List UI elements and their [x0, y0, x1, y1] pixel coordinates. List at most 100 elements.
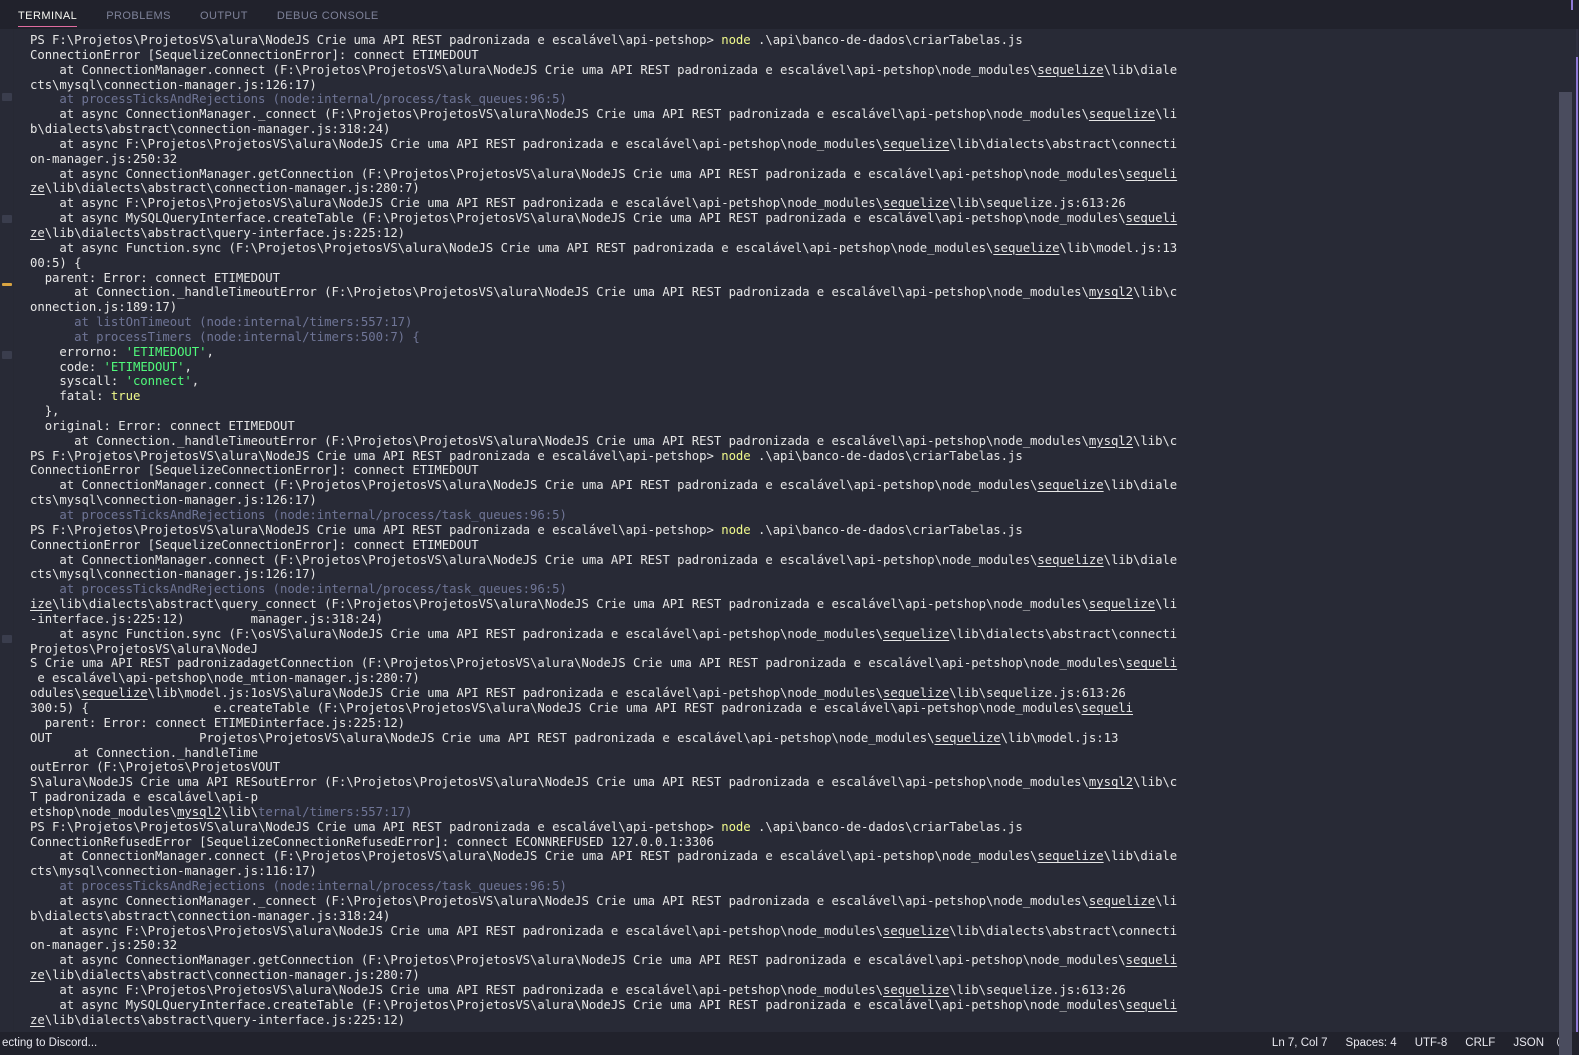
terminal-line: at Connection._handleTime	[30, 746, 1554, 761]
terminal-line: syscall: 'connect',	[30, 374, 1554, 389]
terminal-link[interactable]: sequelize	[1089, 597, 1155, 611]
terminal-link[interactable]: ze	[30, 1013, 45, 1027]
terminal-link[interactable]: sequelize	[993, 241, 1059, 255]
terminal-text: at processTicksAndRejections (node:inter…	[30, 508, 567, 522]
terminal-link[interactable]: sequeli	[1126, 998, 1178, 1012]
terminal-link[interactable]: sequelize	[934, 731, 1000, 745]
terminal-link[interactable]: mysql2	[177, 805, 221, 819]
tab-terminal[interactable]: TERMINAL	[18, 10, 90, 29]
terminal-line: outError (F:\Projetos\ProjetosVOUT	[30, 760, 1554, 775]
terminal-text: 'ETIMEDOUT'	[125, 344, 207, 359]
gutter-mark[interactable]	[2, 215, 12, 223]
terminal-line: S Crie uma API REST padronizadagetConnec…	[30, 656, 1554, 671]
terminal-text: },	[30, 404, 60, 419]
terminal-link[interactable]: sequelize	[1037, 478, 1103, 492]
tab-debug-console-label: DEBUG CONSOLE	[276, 10, 379, 22]
terminal-line: ConnectionError [SequelizeConnectionErro…	[30, 538, 1554, 553]
terminal-link[interactable]: sequelize	[1037, 553, 1103, 567]
terminal-text: -interface.js:225:12) manager.js:318:24)	[30, 611, 383, 626]
terminal-link[interactable]: sequeli	[1082, 701, 1134, 715]
tab-problems-label: PROBLEMS	[106, 10, 171, 22]
terminal-text: at async ConnectionManager.getConnection…	[30, 953, 1126, 968]
terminal-text: T padronizada e escalável\api-p	[30, 790, 258, 805]
terminal-link[interactable]: sequelize	[883, 196, 949, 210]
terminal-line: at async MySQLQueryInterface.createTable…	[30, 998, 1554, 1013]
tab-output[interactable]: OUTPUT	[200, 10, 261, 29]
terminal-link[interactable]: mysql2	[1089, 434, 1133, 448]
terminal-link[interactable]: sequelize	[883, 924, 949, 938]
terminal-text: \lib\model.js:13	[1000, 730, 1119, 745]
terminal-link[interactable]: sequelize	[1089, 107, 1155, 121]
terminal-text: \lib\diale	[1103, 62, 1178, 77]
terminal-text: 'connect'	[125, 374, 192, 389]
terminal-link[interactable]: mysql2	[1089, 285, 1133, 299]
terminal-link[interactable]: sequelize	[883, 983, 949, 997]
terminal-link[interactable]: sequelize	[1037, 63, 1103, 77]
terminal-text: node	[721, 33, 751, 47]
status-bar: ecting to Discord... Ln 7, Col 7 Spaces:…	[0, 0, 1579, 1055]
terminal-link[interactable]: sequeli	[1126, 167, 1178, 181]
terminal-text: at ConnectionManager.connect (F:\Projeto…	[30, 552, 1038, 567]
terminal-text: at async Function.sync (F:\osVS\alura\No…	[30, 626, 883, 641]
terminal-text: 'ETIMEDOUT'	[103, 359, 185, 374]
terminal-link[interactable]: ze	[30, 226, 45, 240]
terminal-link[interactable]: sequelize	[1089, 894, 1155, 908]
terminal-line: parent: Error: connect ETIMEDOUT	[30, 271, 1554, 286]
terminal-text: at async ConnectionManager._connect (F:\…	[30, 893, 1089, 908]
terminal-line: ze\lib\dialects\abstract\query-interface…	[30, 1013, 1554, 1028]
status-encoding[interactable]: UTF-8	[1406, 1032, 1457, 1055]
terminal-link[interactable]: sequelize	[81, 686, 147, 700]
status-indentation[interactable]: Spaces: 4	[1337, 1032, 1406, 1055]
terminal-link[interactable]: sequeli	[1126, 211, 1178, 225]
terminal-text: \li	[1155, 597, 1178, 612]
terminal-text: \li	[1155, 893, 1178, 908]
status-line-col[interactable]: Ln 7, Col 7	[1263, 1032, 1337, 1055]
terminal-text: ConnectionRefusedError [SequelizeConnect…	[30, 834, 714, 849]
status-discord-item[interactable]: ecting to Discord...	[0, 1032, 106, 1055]
terminal-link[interactable]: sequeli	[1126, 656, 1178, 670]
terminal-line: at processTicksAndRejections (node:inter…	[30, 508, 1554, 523]
overview-gutter[interactable]	[0, 29, 14, 1032]
gutter-mark[interactable]	[2, 93, 12, 101]
terminal-link[interactable]: ze	[30, 968, 45, 982]
gutter-mark[interactable]	[2, 351, 12, 359]
status-language-mode-label: JSON	[1513, 1037, 1544, 1049]
terminal-text: b\dialects\abstract\connection-manager.j…	[30, 908, 391, 923]
tab-debug-console[interactable]: DEBUG CONSOLE	[277, 10, 392, 29]
terminal-line: -interface.js:225:12) manager.js:318:24)	[30, 612, 1554, 627]
terminal-link[interactable]: sequelize	[883, 137, 949, 151]
terminal-text: at Connection._handleTime	[30, 745, 258, 760]
status-eol[interactable]: CRLF	[1456, 1032, 1504, 1055]
terminal-link[interactable]: sequelize	[883, 686, 949, 700]
terminal-scrollbar-thumb[interactable]	[1559, 92, 1572, 1055]
terminal-link[interactable]: sequeli	[1126, 953, 1178, 967]
terminal-line: at async ConnectionManager.getConnection…	[30, 167, 1554, 182]
status-eol-label: CRLF	[1465, 1037, 1496, 1049]
terminal-text: at async F:\Projetos\ProjetosVS\alura\No…	[30, 923, 883, 938]
terminal-link[interactable]: ze	[30, 181, 45, 195]
terminal-line: cts\mysql\connection-manager.js:116:17)	[30, 864, 1554, 879]
terminal-text: S Crie uma API REST padronizadagetConnec…	[30, 656, 1126, 671]
terminal-text: \lib\dialects\abstract\connection-manage…	[44, 181, 420, 196]
terminal-line: cts\mysql\connection-manager.js:126:17)	[30, 78, 1554, 93]
terminal-text: at processTicksAndRejections (node:inter…	[30, 92, 567, 107]
status-encoding-label: UTF-8	[1414, 1037, 1448, 1049]
terminal-link[interactable]: sequelize	[883, 627, 949, 641]
terminal-text: \lib\	[221, 804, 258, 819]
terminal-link[interactable]: ize	[30, 597, 52, 611]
gutter-accent-mark[interactable]	[2, 283, 12, 286]
terminal-line: at ConnectionManager.connect (F:\Projeto…	[30, 849, 1554, 864]
terminal-line: T padronizada e escalável\api-p	[30, 790, 1554, 805]
terminal-text: \lib\c	[1133, 775, 1178, 790]
terminal-link[interactable]: mysql2	[1089, 775, 1133, 789]
terminal-link[interactable]: sequelize	[1037, 849, 1103, 863]
tab-problems[interactable]: PROBLEMS	[106, 10, 184, 29]
gutter-mark[interactable]	[2, 635, 12, 643]
status-language-mode[interactable]: JSON	[1504, 1032, 1553, 1055]
terminal-line: fatal: true	[30, 389, 1554, 404]
terminal-scrollbar-track[interactable]	[1559, 29, 1572, 1055]
terminal-text: syscall:	[30, 374, 126, 389]
terminal-text: at async MySQLQueryInterface.createTable…	[30, 211, 1126, 226]
window-edge-accent-line	[1576, 57, 1578, 1032]
terminal-output[interactable]: PS F:\Projetos\ProjetosVS\alura\NodeJS C…	[14, 29, 1554, 1032]
